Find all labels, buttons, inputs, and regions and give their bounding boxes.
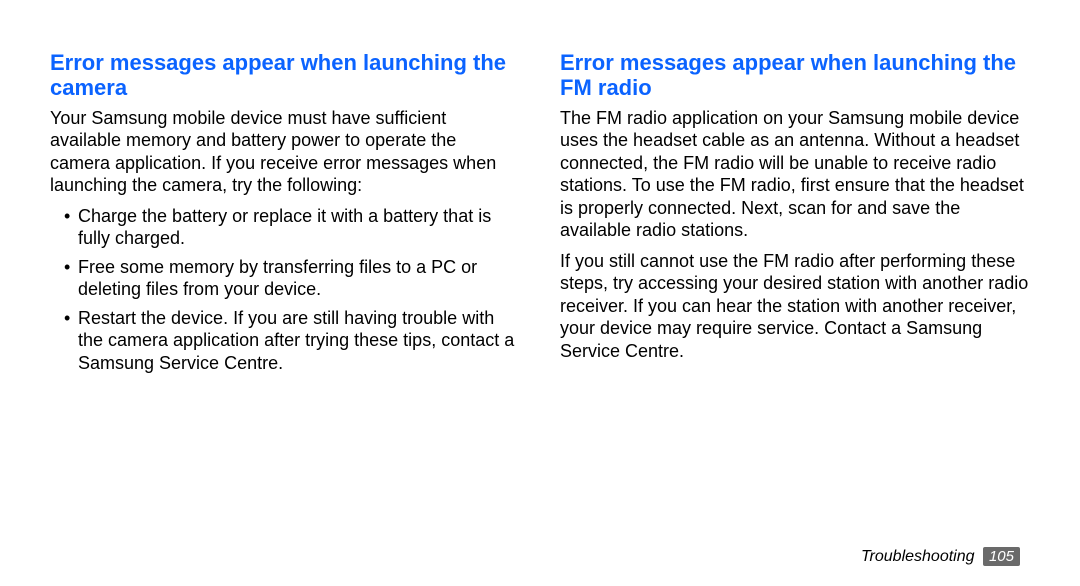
left-heading: Error messages appear when launching the… — [50, 50, 520, 101]
left-intro-paragraph: Your Samsung mobile device must have suf… — [50, 107, 520, 197]
footer-page-number: 105 — [983, 547, 1020, 566]
list-item: Charge the battery or replace it with a … — [64, 205, 520, 250]
two-column-layout: Error messages appear when launching the… — [50, 50, 1030, 380]
list-item: Free some memory by transferring files t… — [64, 256, 520, 301]
right-paragraph-1: The FM radio application on your Samsung… — [560, 107, 1030, 242]
footer-section-name: Troubleshooting — [861, 548, 975, 565]
page: Error messages appear when launching the… — [0, 0, 1080, 586]
right-paragraph-2: If you still cannot use the FM radio aft… — [560, 250, 1030, 363]
right-column: Error messages appear when launching the… — [560, 50, 1030, 380]
list-item: Restart the device. If you are still hav… — [64, 307, 520, 375]
left-column: Error messages appear when launching the… — [50, 50, 520, 380]
left-bullet-list: Charge the battery or replace it with a … — [50, 205, 520, 375]
right-heading: Error messages appear when launching the… — [560, 50, 1030, 101]
page-footer: Troubleshooting 105 — [861, 547, 1020, 566]
